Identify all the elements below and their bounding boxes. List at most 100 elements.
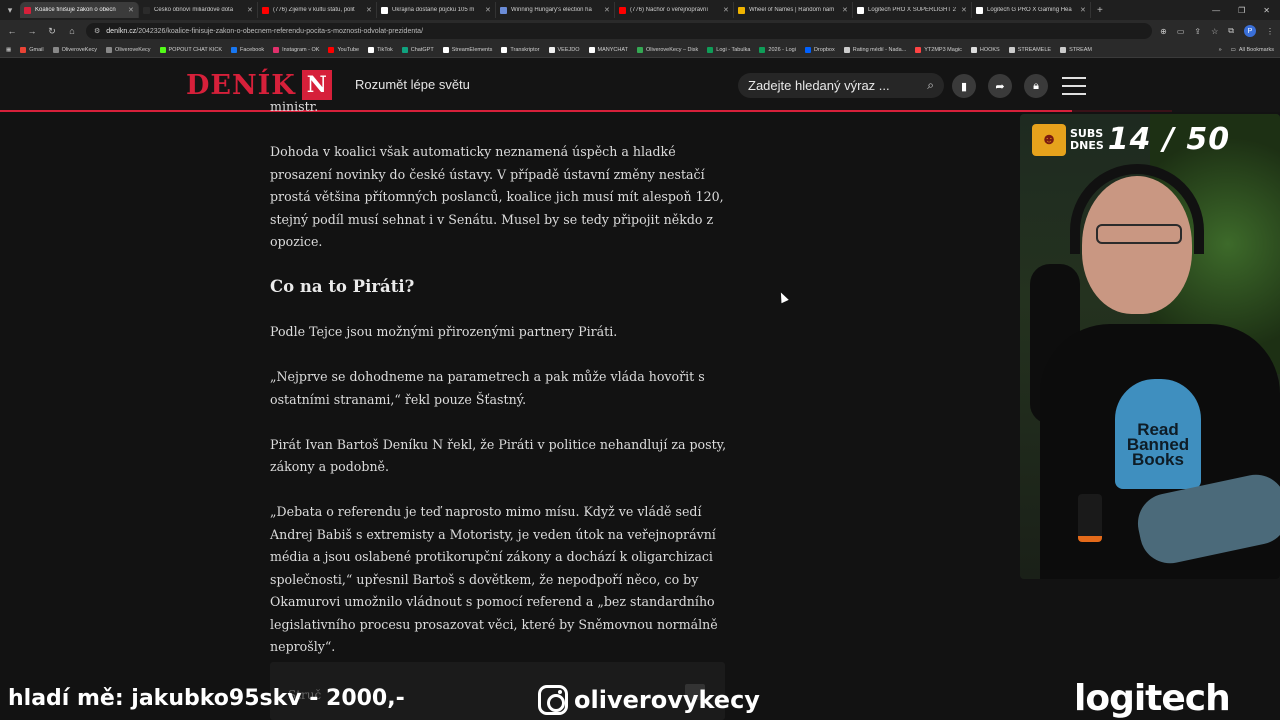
bookmark-favicon-icon (106, 46, 113, 53)
bookmark-item[interactable]: Rating médií - Nada... (843, 46, 906, 53)
bookmarks-overflow-icon[interactable]: » (1219, 47, 1222, 53)
browser-tab[interactable]: (776) Žijeme v kultu státu, polit ✕ (258, 2, 377, 18)
bookmark-favicon-icon (548, 46, 555, 53)
tab-close-icon[interactable]: ✕ (485, 6, 491, 14)
tab-close-icon[interactable]: ✕ (842, 6, 848, 14)
browser-tab[interactable]: Wheel of Names | Random nam ✕ (734, 2, 853, 18)
bookmark-label: OliveroveKecy – Disk (645, 46, 699, 53)
tab-favicon-icon (976, 6, 983, 14)
zoom-icon[interactable]: ⊕ (1160, 27, 1167, 36)
article-paragraph: „Nejprve se dohodneme na parametrech a p… (270, 369, 705, 407)
bookmark-item[interactable]: ChatGPT (401, 46, 434, 53)
back-icon[interactable]: ← (6, 26, 18, 36)
site-info-icon[interactable]: ⚙ (94, 27, 100, 35)
bookmark-item[interactable]: TikTok (368, 46, 393, 53)
tab-search-icon[interactable]: ▾ (0, 0, 20, 20)
bookmark-item[interactable]: Gmail (20, 46, 44, 53)
bookmark-favicon-icon (231, 46, 237, 53)
home-icon[interactable]: ⌂ (66, 26, 78, 36)
bookmark-item[interactable]: OliveroveKecy – Disk (636, 46, 699, 53)
tab-list: Koalice finišuje zákon o obecn ✕ Česko obn… (20, 2, 1091, 18)
tab-close-icon[interactable]: ✕ (723, 6, 729, 14)
forward-icon[interactable]: → (26, 26, 38, 36)
browser-menu-icon[interactable]: ⋮ (1266, 27, 1274, 36)
bookmark-star-icon[interactable]: ☆ (1211, 27, 1218, 36)
login-button[interactable]: 🔒︎ (1024, 74, 1048, 98)
tab-close-icon[interactable]: ✕ (961, 6, 967, 14)
bookmark-item[interactable]: StreamElements (442, 46, 493, 53)
maximize-icon[interactable]: ❐ (1238, 6, 1245, 15)
search-input[interactable] (748, 78, 918, 93)
bookmark-label: OliveroveKecy (61, 46, 98, 53)
reload-icon[interactable]: ↻ (46, 26, 58, 37)
instagram-promo: oliverovykecy (538, 685, 760, 715)
bookmark-item[interactable]: OliveroveKecy (52, 46, 98, 53)
subs-label-line-1: SUBS (1070, 126, 1104, 140)
browser-tab[interactable]: (776) Nachor o veřejnoprávní ✕ (615, 2, 734, 18)
tab-favicon-icon (738, 6, 745, 14)
bookmark-favicon-icon (1008, 46, 1015, 53)
bookmark-item[interactable]: STREAM (1060, 46, 1092, 53)
tab-title: Česko obnoví miliardové dota (154, 7, 234, 13)
bookmark-item[interactable]: Logi - Tabulka (707, 46, 751, 53)
shirt-text: Read Banned Books (1126, 420, 1190, 469)
profile-avatar[interactable]: P (1244, 25, 1256, 37)
browser-tab-strip: ▾ Koalice finišuje zákon o obecn ✕ Česko o… (0, 0, 1280, 20)
bookmark-favicon-icon (707, 46, 714, 53)
tab-title: (776) Nachor o veřejnoprávní (630, 7, 709, 13)
article-subheading: Co na to Piráti? (270, 277, 415, 296)
tab-close-icon[interactable]: ✕ (604, 6, 610, 14)
bookmark-article-button[interactable]: ▮ (952, 74, 976, 98)
tab-close-icon[interactable]: ✕ (366, 6, 372, 14)
browser-tab[interactable]: Logitech PRO X SUPERLIGHT 2 ✕ (853, 2, 972, 18)
donation-ticker: hladí mě: jakubko95skv - 2000,- (8, 686, 405, 711)
tab-favicon-icon (143, 6, 150, 14)
bookmark-item[interactable]: OliveroveKecy (106, 46, 151, 53)
bookmark-item[interactable]: VEEJDO (548, 46, 580, 53)
bookmark-item[interactable]: YT2MP3 Magic (915, 46, 962, 53)
all-bookmarks-button[interactable]: ▭ All Bookmarks (1231, 47, 1274, 53)
browser-tab[interactable]: Koalice finišuje zákon o obecn ✕ (20, 2, 139, 18)
article-body: ministr. Dohoda v koalici však automatick… (270, 99, 730, 681)
bookmark-item[interactable]: HOOKS (970, 46, 1000, 53)
bookmark-item[interactable]: Transkriptor (501, 46, 540, 53)
bookmark-item[interactable]: STREAMELE (1008, 46, 1052, 53)
bookmark-item[interactable]: POPOUT CHAT KICK (159, 46, 222, 53)
bookmark-label: Gmail (29, 46, 44, 53)
subs-label-line-2: DNES (1070, 138, 1104, 152)
browser-tab[interactable]: Logitech G PRO X Gaming Hea ✕ (972, 2, 1091, 18)
minimize-icon[interactable]: — (1212, 6, 1220, 15)
browser-tab[interactable]: Winning Hungary's election ha ✕ (496, 2, 615, 18)
bookmark-label: StreamElements (451, 46, 493, 53)
tab-title: (776) Žijeme v kultu státu, polit (273, 7, 355, 13)
new-tab-button[interactable]: + (1091, 5, 1109, 16)
tab-title: Koalice finišuje zákon o obecn (35, 7, 116, 13)
tab-close-icon[interactable]: ✕ (247, 6, 253, 14)
bookmark-item[interactable]: Instagram - OK (273, 46, 320, 53)
share-icon[interactable]: ⇪ (1194, 27, 1201, 36)
menu-hamburger-icon[interactable] (1062, 77, 1086, 95)
tab-close-icon[interactable]: ✕ (1080, 6, 1086, 14)
bookmark-label: Logi - Tabulka (716, 46, 751, 53)
tab-title: Logitech PRO X SUPERLIGHT 2 (868, 7, 956, 13)
bookmark-item[interactable]: Facebook (231, 46, 264, 53)
search-icon[interactable]: ⌕ (927, 78, 934, 93)
extensions-icon[interactable]: ⧉ (1228, 26, 1234, 36)
cast-icon[interactable]: ▭ (1177, 27, 1185, 36)
bookmark-label: STREAMELE (1017, 46, 1052, 53)
browser-tab[interactable]: Ukrajina dostane půjčku 105 m ✕ (377, 2, 496, 18)
url-field[interactable]: ⚙ deníkn.cz/2042326/koalice-finisuje-zak… (86, 23, 1153, 39)
bookmark-item[interactable]: MANYCHAT (588, 46, 628, 53)
bookmark-favicon-icon (804, 46, 811, 53)
browser-tab[interactable]: Česko obnoví miliardové dota ✕ (139, 2, 258, 18)
share-article-button[interactable]: ➦ (988, 74, 1012, 98)
bookmark-item[interactable]: 2026 - Logi (759, 46, 796, 53)
tab-title: Logitech G PRO X Gaming Hea (987, 7, 1072, 13)
apps-icon[interactable]: ▦ (6, 47, 11, 53)
close-window-icon[interactable]: ✕ (1263, 6, 1270, 15)
tab-close-icon[interactable]: ✕ (128, 6, 134, 14)
bookmark-item[interactable]: YouTube (328, 46, 359, 53)
all-bookmarks-label: All Bookmarks (1238, 46, 1274, 53)
bookmark-label: Instagram - OK (282, 46, 320, 53)
bookmark-item[interactable]: Dropbox (804, 46, 835, 53)
